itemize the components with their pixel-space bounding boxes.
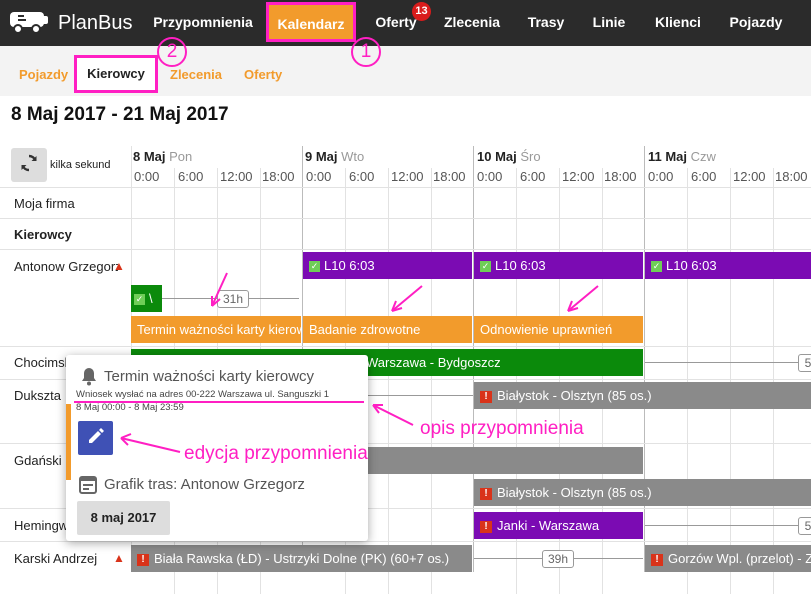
annotation-arrows (120, 272, 599, 453)
